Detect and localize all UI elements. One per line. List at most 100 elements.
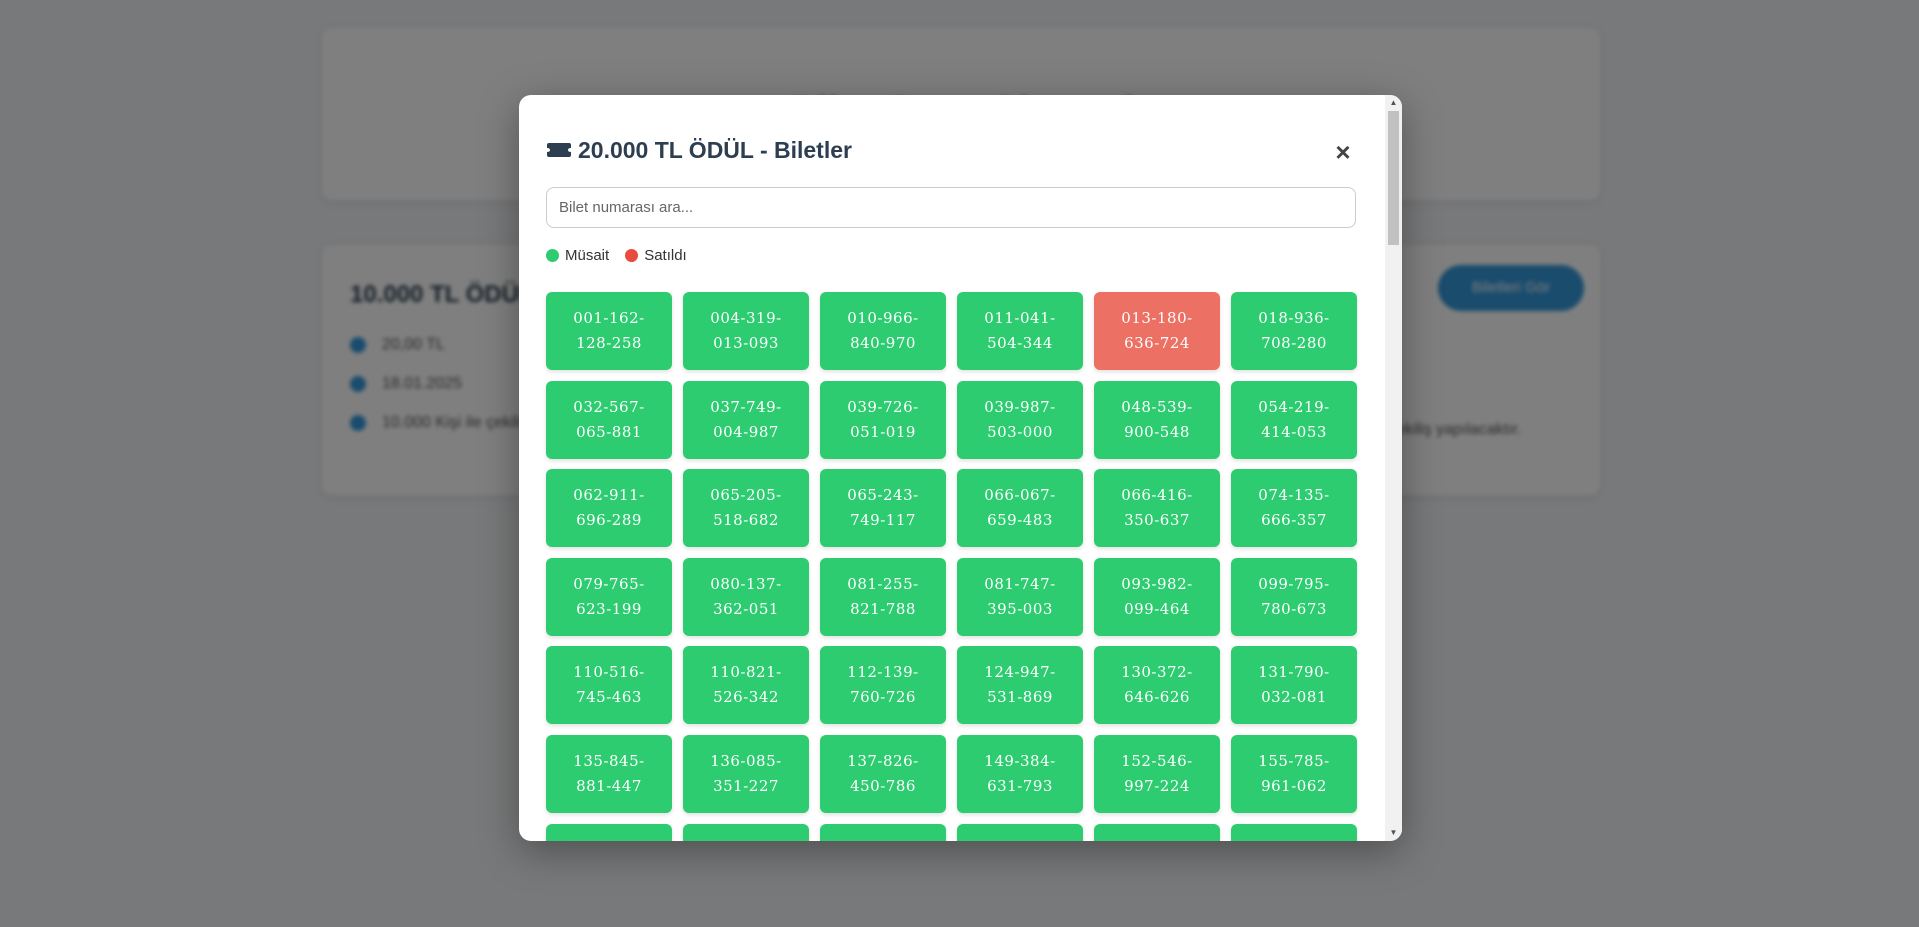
ticket-available[interactable]: 124-947- 531-869 bbox=[957, 646, 1083, 725]
ticket-number-line: 504-344 bbox=[987, 334, 1053, 352]
ticket-number-line: 112-139- bbox=[847, 663, 919, 682]
ticket-available[interactable]: 004-319- 013-093 bbox=[683, 292, 809, 370]
modal-content: 20.000 TL ÖDÜL - Biletler × Müsait Satıl… bbox=[519, 95, 1385, 841]
ticket-number-line: 395-003 bbox=[987, 599, 1053, 618]
ticket-available[interactable]: 135-845- 881-447 bbox=[546, 734, 672, 813]
ticket-number-line: 099-464 bbox=[1124, 599, 1190, 618]
legend-available-label: Müsait bbox=[565, 247, 610, 264]
sold-dot-icon bbox=[625, 249, 639, 262]
ticket-available[interactable]: 001-162- 128-258 bbox=[546, 292, 672, 370]
ticket-available[interactable]: 093-982- 099-464 bbox=[1094, 557, 1220, 636]
ticket-available[interactable]: 066-416- 350-637 bbox=[1094, 469, 1220, 548]
ticket-number-line: 065-243- bbox=[847, 486, 919, 505]
ticket-available[interactable] bbox=[957, 823, 1083, 841]
ticket-number-line: 900-548 bbox=[1124, 422, 1190, 441]
ticket-available[interactable]: 065-243- 749-117 bbox=[820, 469, 946, 548]
ticket-available[interactable]: 079-765- 623-199 bbox=[546, 557, 672, 636]
modal-scrollbar[interactable]: ▲ ▼ bbox=[1385, 95, 1402, 841]
ticket-search-input[interactable] bbox=[546, 187, 1356, 228]
ticket-number-line: 065-205- bbox=[710, 486, 782, 505]
ticket-number-line: 054-219- bbox=[1258, 397, 1330, 416]
ticket-number-line: 149-384- bbox=[984, 751, 1056, 770]
ticket-number-line: 997-224 bbox=[1124, 776, 1190, 795]
ticket-available[interactable]: 062-911- 696-289 bbox=[546, 469, 672, 548]
ticket-available[interactable]: 136-085- 351-227 bbox=[683, 734, 809, 813]
ticket-number-line: 518-682 bbox=[713, 511, 779, 530]
ticket-available[interactable] bbox=[683, 823, 809, 841]
ticket-available[interactable]: 152-546- 997-224 bbox=[1094, 734, 1220, 813]
ticket-available[interactable]: 011-041- 504-344 bbox=[957, 292, 1083, 370]
ticket-available[interactable]: 039-726- 051-019 bbox=[820, 380, 946, 459]
ticket-available[interactable]: 010-966- 840-970 bbox=[820, 292, 946, 370]
ticket-number-line: 131-790- bbox=[1258, 663, 1330, 682]
ticket-number-line: 155-785- bbox=[1258, 751, 1330, 770]
ticket-number-line: 018-936- bbox=[1258, 309, 1330, 327]
ticket-available[interactable]: 112-139- 760-726 bbox=[820, 646, 946, 725]
ticket-number-line: 004-987 bbox=[713, 422, 779, 441]
ticket-available[interactable]: 081-255- 821-788 bbox=[820, 557, 946, 636]
ticket-available[interactable]: 066-067- 659-483 bbox=[957, 469, 1083, 548]
ticket-available[interactable]: 074-135- 666-357 bbox=[1231, 469, 1357, 548]
scroll-down-icon[interactable]: ▼ bbox=[1385, 826, 1402, 840]
ticket-number-line: 881-447 bbox=[576, 776, 642, 795]
ticket-number-line: 130-372- bbox=[1121, 663, 1193, 682]
ticket-available[interactable] bbox=[546, 823, 672, 841]
ticket-number-line: 011-041- bbox=[984, 309, 1056, 327]
ticket-number-line: 636-724 bbox=[1124, 334, 1190, 352]
ticket-available[interactable]: 110-516- 745-463 bbox=[546, 646, 672, 725]
ticket-available[interactable]: 131-790- 032-081 bbox=[1231, 646, 1357, 725]
ticket-available[interactable] bbox=[820, 823, 946, 841]
legend-sold-label: Satıldı bbox=[644, 247, 687, 264]
ticket-number-line: 646-626 bbox=[1124, 688, 1190, 707]
ticket-number-line: 840-970 bbox=[850, 334, 916, 352]
ticket-number-line: 048-539- bbox=[1121, 397, 1193, 416]
ticket-number-line: 666-357 bbox=[1261, 511, 1327, 530]
ticket-available[interactable] bbox=[1231, 823, 1357, 841]
ticket-available[interactable]: 149-384- 631-793 bbox=[957, 734, 1083, 813]
ticket-number-line: 623-199 bbox=[576, 599, 642, 618]
ticket-number-line: 696-289 bbox=[576, 511, 642, 530]
ticket-number-line: 037-749- bbox=[710, 397, 782, 416]
ticket-number-line: 093-982- bbox=[1121, 574, 1193, 593]
ticket-available[interactable] bbox=[1094, 823, 1220, 841]
ticket-number-line: 051-019 bbox=[850, 422, 916, 441]
ticket-number-line: 013-180- bbox=[1121, 309, 1193, 327]
ticket-number-line: 032-567- bbox=[573, 397, 645, 416]
ticket-available[interactable]: 039-987- 503-000 bbox=[957, 380, 1083, 459]
ticket-number-line: 128-258 bbox=[576, 334, 642, 352]
ticket-available[interactable]: 110-821- 526-342 bbox=[683, 646, 809, 725]
ticket-number-line: 039-726- bbox=[847, 397, 919, 416]
ticket-number-line: 760-726 bbox=[850, 688, 916, 707]
ticket-number-line: 351-227 bbox=[713, 776, 779, 795]
ticket-available[interactable]: 080-137- 362-051 bbox=[683, 557, 809, 636]
ticket-number-line: 780-673 bbox=[1261, 599, 1327, 618]
ticket-available[interactable]: 081-747- 395-003 bbox=[957, 557, 1083, 636]
ticket-number-line: 350-637 bbox=[1124, 511, 1190, 530]
ticket-number-line: 074-135- bbox=[1258, 486, 1330, 505]
ticket-available[interactable]: 032-567- 065-881 bbox=[546, 380, 672, 459]
ticket-available[interactable]: 065-205- 518-682 bbox=[683, 469, 809, 548]
ticket-available[interactable]: 018-936- 708-280 bbox=[1231, 292, 1357, 370]
ticket-number-line: 066-067- bbox=[984, 486, 1056, 505]
ticket-number-line: 110-516- bbox=[573, 663, 645, 682]
ticket-available[interactable]: 137-826- 450-786 bbox=[820, 734, 946, 813]
ticket-number-line: 080-137- bbox=[710, 574, 782, 593]
ticket-grid: 001-162- 128-258 004-319- 013-093 010-966- 84… bbox=[546, 292, 1358, 841]
ticket-number-line: 503-000 bbox=[987, 422, 1053, 441]
scroll-up-icon[interactable]: ▲ bbox=[1385, 96, 1402, 110]
ticket-number-line: 362-051 bbox=[713, 599, 779, 618]
scroll-thumb[interactable] bbox=[1388, 111, 1399, 245]
ticket-number-line: 961-062 bbox=[1261, 776, 1327, 795]
ticket-sold[interactable]: 013-180- 636-724 bbox=[1094, 292, 1220, 370]
ticket-available[interactable]: 054-219- 414-053 bbox=[1231, 380, 1357, 459]
ticket-available[interactable]: 037-749- 004-987 bbox=[683, 380, 809, 459]
close-button[interactable]: × bbox=[1328, 137, 1358, 168]
ticket-available[interactable]: 155-785- 961-062 bbox=[1231, 734, 1357, 813]
ticket-number-line: 708-280 bbox=[1261, 334, 1327, 352]
ticket-number-line: 013-093 bbox=[713, 334, 779, 352]
ticket-available[interactable]: 099-795- 780-673 bbox=[1231, 557, 1357, 636]
ticket-number-line: 099-795- bbox=[1258, 574, 1330, 593]
ticket-available[interactable]: 130-372- 646-626 bbox=[1094, 646, 1220, 725]
ticket-number-line: 749-117 bbox=[850, 511, 916, 530]
ticket-available[interactable]: 048-539- 900-548 bbox=[1094, 380, 1220, 459]
